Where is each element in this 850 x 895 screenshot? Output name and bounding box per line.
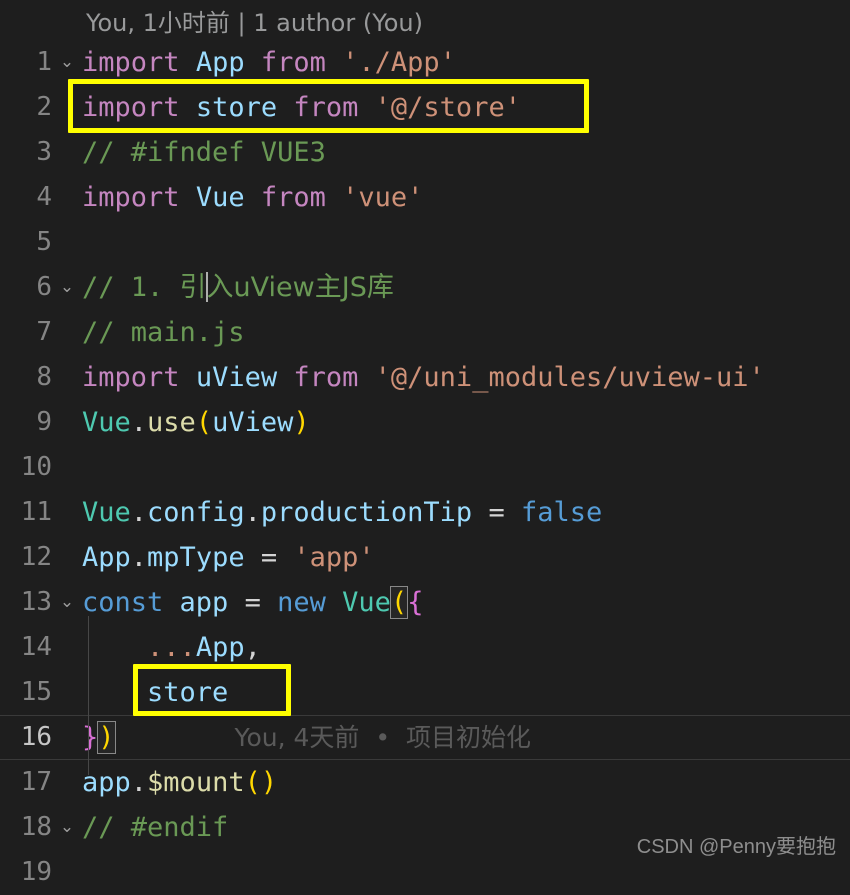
- code-line[interactable]: 15 store: [0, 670, 850, 715]
- line-number: 10: [20, 452, 52, 482]
- git-blame-header-text: You, 1小时前 | 1 author (You): [86, 8, 423, 37]
- code-content: store: [147, 677, 229, 708]
- code-line[interactable]: 11 Vue.config.productionTip = false: [0, 490, 850, 535]
- code-line[interactable]: 9 Vue.use(uView): [0, 400, 850, 445]
- chevron-down-icon[interactable]: ⌄: [52, 580, 82, 625]
- code-line[interactable]: 2 import store from '@/store': [0, 85, 850, 130]
- code-line-current[interactable]: 16 }) You, 4天前 • 项目初始化: [0, 715, 850, 760]
- code-content: Vue.use(uView): [82, 407, 310, 438]
- fold-placeholder: [52, 760, 82, 805]
- inline-git-blame[interactable]: You, 4天前 • 项目初始化: [235, 723, 531, 752]
- line-number: 4: [36, 182, 52, 212]
- fold-placeholder: [52, 490, 82, 535]
- fold-placeholder: [52, 310, 82, 355]
- line-number: 19: [20, 857, 52, 887]
- code-content: Vue.config.productionTip = false: [82, 497, 603, 528]
- code-content: ...App,: [147, 632, 261, 663]
- code-line[interactable]: 13 ⌄ const app = new Vue({: [0, 580, 850, 625]
- code-line[interactable]: 12 App.mpType = 'app': [0, 535, 850, 580]
- code-content: import Vue from 'vue': [82, 182, 424, 213]
- fold-placeholder: [52, 355, 82, 400]
- code-content: App.mpType = 'app': [82, 542, 375, 573]
- fold-placeholder: [52, 85, 82, 130]
- chevron-down-icon[interactable]: ⌄: [52, 265, 82, 310]
- line-number: 5: [36, 227, 52, 257]
- line-number: 3: [36, 137, 52, 167]
- line-number: 15: [20, 677, 52, 707]
- fold-placeholder: [52, 715, 82, 760]
- code-content: // main.js: [82, 317, 245, 348]
- bracket-match-open: (: [389, 586, 409, 619]
- fold-placeholder: [52, 670, 82, 715]
- line-number: 9: [36, 407, 52, 437]
- code-content: const app = new Vue({: [82, 586, 424, 619]
- line-number: 12: [20, 542, 52, 572]
- code-line[interactable]: 4 import Vue from 'vue': [0, 175, 850, 220]
- code-line[interactable]: 7 // main.js: [0, 310, 850, 355]
- code-line[interactable]: 5: [0, 220, 850, 265]
- code-line[interactable]: 6 ⌄ // 1. 引入uView主JS库: [0, 265, 850, 310]
- line-number: 17: [20, 767, 52, 797]
- fold-placeholder: [52, 445, 82, 490]
- line-number: 11: [20, 497, 52, 527]
- code-content: }) You, 4天前 • 项目初始化: [82, 721, 531, 754]
- code-line[interactable]: 10: [0, 445, 850, 490]
- code-line[interactable]: 17 app.$mount(): [0, 760, 850, 805]
- code-content: app.$mount(): [82, 767, 278, 798]
- code-content: // #ifndef VUE3: [82, 137, 326, 168]
- bracket-match-close: ): [97, 721, 116, 754]
- fold-placeholder: [52, 175, 82, 220]
- line-number: 6: [36, 272, 52, 302]
- line-number: 2: [36, 92, 52, 122]
- line-number: 18: [20, 812, 52, 842]
- code-content: import uView from '@/uni_modules/uview-u…: [82, 362, 765, 393]
- line-number: 16: [20, 722, 52, 752]
- line-number: 14: [20, 632, 52, 662]
- code-line[interactable]: 14 ...App,: [0, 625, 850, 670]
- fold-placeholder: [52, 850, 82, 895]
- fold-placeholder: [52, 130, 82, 175]
- git-blame-header: You, 1小时前 | 1 author (You): [0, 0, 850, 40]
- line-number: 8: [36, 362, 52, 392]
- code-line[interactable]: 3 // #ifndef VUE3: [0, 130, 850, 175]
- code-content: import App from './App': [82, 47, 456, 78]
- code-content: // 1. 引入uView主JS库: [82, 272, 394, 303]
- watermark: CSDN @Penny要抱抱: [636, 836, 836, 858]
- fold-placeholder: [52, 220, 82, 265]
- chevron-down-icon[interactable]: ⌄: [52, 40, 82, 85]
- code-editor[interactable]: 1 ⌄ import App from './App' 2 import sto…: [0, 40, 850, 895]
- line-number: 1: [36, 47, 52, 77]
- code-content: import store from '@/store': [82, 92, 521, 123]
- fold-placeholder: [52, 400, 82, 445]
- code-line[interactable]: 8 import uView from '@/uni_modules/uview…: [0, 355, 850, 400]
- code-line[interactable]: 1 ⌄ import App from './App': [0, 40, 850, 85]
- fold-placeholder: [52, 625, 82, 670]
- fold-placeholder: [52, 535, 82, 580]
- chevron-down-icon[interactable]: ⌄: [52, 805, 82, 850]
- indent-guide: [88, 616, 89, 775]
- line-number: 7: [36, 317, 52, 347]
- line-number: 13: [20, 587, 52, 617]
